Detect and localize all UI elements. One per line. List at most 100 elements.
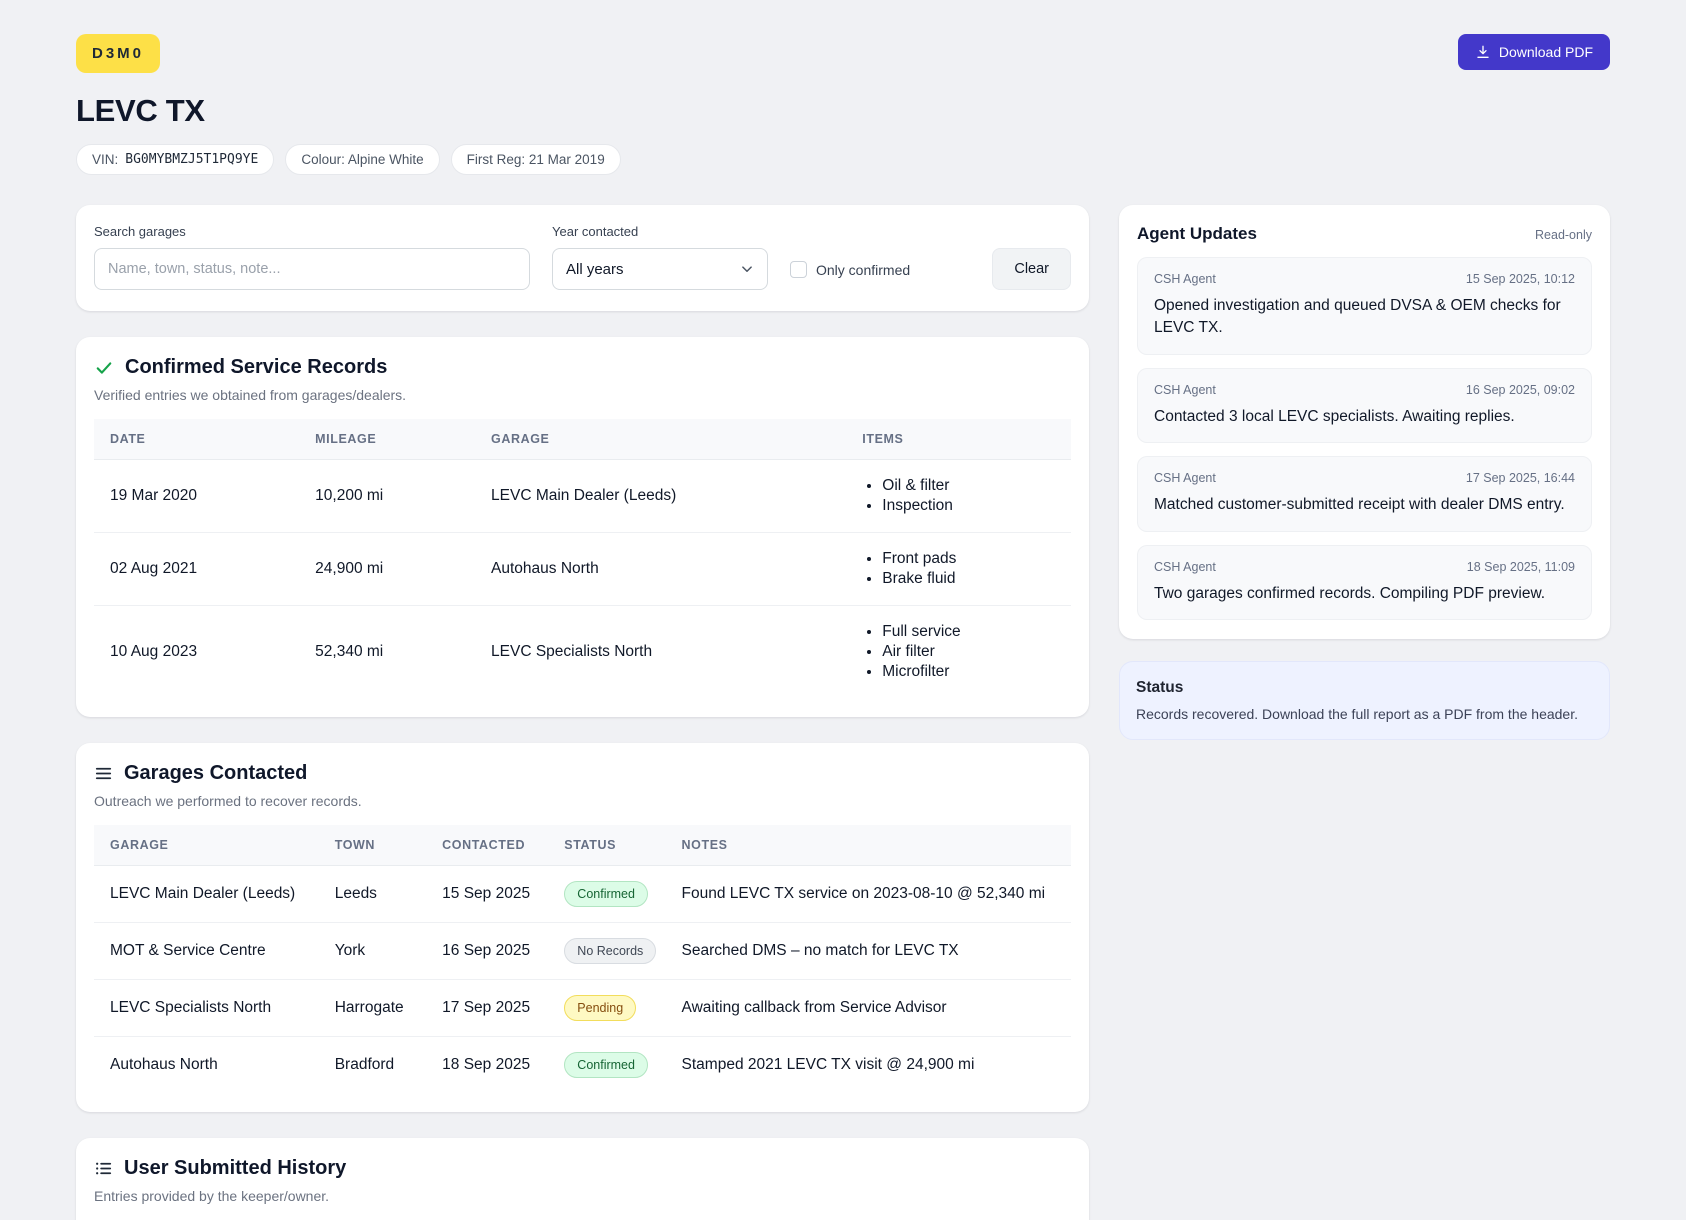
garage-notes: Awaiting callback from Service Advisor bbox=[666, 980, 1071, 1037]
year-field-group: Year contacted All years bbox=[552, 224, 768, 290]
status-panel: Status Records recovered. Download the f… bbox=[1119, 661, 1610, 740]
menu-icon bbox=[94, 764, 113, 783]
list-icon bbox=[94, 1159, 113, 1178]
search-garages-label: Search garages bbox=[94, 224, 530, 239]
vehicle-pills: VIN: BG0MYBMZJ5T1PQ9YE Colour: Alpine Wh… bbox=[76, 144, 1610, 175]
col-garage: Garage bbox=[475, 419, 846, 460]
download-pdf-label: Download PDF bbox=[1499, 44, 1593, 60]
garage-notes: Stamped 2021 LEVC TX visit @ 24,900 mi bbox=[666, 1037, 1071, 1094]
record-items: Full service Air filter Microfilter bbox=[846, 606, 1071, 699]
first-reg-pill: First Reg: 21 Mar 2019 bbox=[451, 144, 621, 175]
update-timestamp: 17 Sep 2025, 16:44 bbox=[1466, 471, 1575, 485]
garage-name: Autohaus North bbox=[94, 1037, 319, 1094]
item: Air filter bbox=[882, 643, 1055, 661]
clear-button[interactable]: Clear bbox=[992, 248, 1071, 290]
garage-status-cell: Pending bbox=[548, 980, 665, 1037]
garage-contacted: 17 Sep 2025 bbox=[426, 980, 548, 1037]
confirmed-records-title: Confirmed Service Records bbox=[125, 356, 387, 379]
table-header-row: Garage Town Contacted Status Notes bbox=[94, 825, 1071, 866]
record-date: 02 Aug 2021 bbox=[94, 533, 299, 606]
garage-notes: Searched DMS – no match for LEVC TX bbox=[666, 923, 1071, 980]
record-garage: LEVC Main Dealer (Leeds) bbox=[475, 460, 846, 533]
agent-name: CSH Agent bbox=[1154, 383, 1216, 397]
download-icon bbox=[1475, 44, 1491, 60]
table-header-row: Date Mileage Garage Items bbox=[94, 419, 1071, 460]
demo-badge: D3M0 bbox=[76, 34, 160, 73]
year-select-value: All years bbox=[566, 261, 624, 278]
garages-contacted-subtitle: Outreach we performed to recover records… bbox=[94, 793, 1071, 809]
item: Full service bbox=[882, 623, 1055, 641]
update-text: Two garages confirmed records. Compiling… bbox=[1154, 583, 1575, 605]
col-contacted: Contacted bbox=[426, 825, 548, 866]
table-row: LEVC Main Dealer (Leeds) Leeds 15 Sep 20… bbox=[94, 866, 1071, 923]
confirmed-records-table: Date Mileage Garage Items 19 Mar 2020 10… bbox=[94, 419, 1071, 698]
only-confirmed-toggle[interactable]: Only confirmed bbox=[790, 261, 910, 290]
agent-update-item: CSH Agent 15 Sep 2025, 10:12 Opened inve… bbox=[1137, 257, 1592, 355]
col-status: Status bbox=[548, 825, 665, 866]
vin-value: BG0MYBMZJ5T1PQ9YE bbox=[125, 152, 258, 167]
filters-card: Search garages Year contacted All years … bbox=[76, 205, 1089, 311]
record-mileage: 10,200 mi bbox=[299, 460, 475, 533]
only-confirmed-label: Only confirmed bbox=[816, 262, 910, 278]
top-bar: D3M0 Download PDF bbox=[76, 34, 1610, 73]
garages-contacted-card: Garages Contacted Outreach we performed … bbox=[76, 743, 1089, 1112]
search-input[interactable] bbox=[94, 248, 530, 290]
page: D3M0 Download PDF LEVC TX VIN: BG0MYBMZJ… bbox=[0, 0, 1686, 1220]
status-badge: Pending bbox=[564, 995, 636, 1021]
item: Microfilter bbox=[882, 663, 1055, 681]
update-timestamp: 16 Sep 2025, 09:02 bbox=[1466, 383, 1575, 397]
status-title: Status bbox=[1136, 679, 1593, 697]
garage-status-cell: Confirmed bbox=[548, 866, 665, 923]
status-badge: Confirmed bbox=[564, 1052, 648, 1078]
year-select[interactable]: All years bbox=[552, 248, 768, 290]
year-contacted-label: Year contacted bbox=[552, 224, 768, 239]
record-items: Front pads Brake fluid bbox=[846, 533, 1071, 606]
agent-updates-title: Agent Updates bbox=[1137, 224, 1257, 244]
vin-pill: VIN: BG0MYBMZJ5T1PQ9YE bbox=[76, 144, 274, 175]
garage-contacted: 16 Sep 2025 bbox=[426, 923, 548, 980]
table-row: MOT & Service Centre York 16 Sep 2025 No… bbox=[94, 923, 1071, 980]
table-row: LEVC Specialists North Harrogate 17 Sep … bbox=[94, 980, 1071, 1037]
col-town: Town bbox=[319, 825, 426, 866]
confirmed-records-subtitle: Verified entries we obtained from garage… bbox=[94, 387, 1071, 403]
record-mileage: 52,340 mi bbox=[299, 606, 475, 699]
col-notes: Notes bbox=[666, 825, 1071, 866]
update-timestamp: 18 Sep 2025, 11:09 bbox=[1467, 560, 1575, 574]
garage-name: MOT & Service Centre bbox=[94, 923, 319, 980]
readonly-label: Read-only bbox=[1535, 228, 1592, 242]
record-date: 19 Mar 2020 bbox=[94, 460, 299, 533]
col-mileage: Mileage bbox=[299, 419, 475, 460]
sidebar: Agent Updates Read-only CSH Agent 15 Sep… bbox=[1119, 205, 1610, 740]
garage-name: LEVC Specialists North bbox=[94, 980, 319, 1037]
item: Brake fluid bbox=[882, 570, 1055, 588]
agent-update-item: CSH Agent 18 Sep 2025, 11:09 Two garages… bbox=[1137, 545, 1592, 620]
col-items: Items bbox=[846, 419, 1071, 460]
item: Front pads bbox=[882, 550, 1055, 568]
record-mileage: 24,900 mi bbox=[299, 533, 475, 606]
agent-name: CSH Agent bbox=[1154, 272, 1216, 286]
user-history-subtitle: Entries provided by the keeper/owner. bbox=[94, 1188, 1071, 1204]
record-garage: LEVC Specialists North bbox=[475, 606, 846, 699]
status-badge: Confirmed bbox=[564, 881, 648, 907]
check-icon bbox=[94, 358, 114, 378]
chevron-down-icon bbox=[738, 260, 756, 278]
garage-status-cell: Confirmed bbox=[548, 1037, 665, 1094]
confirmed-records-card: Confirmed Service Records Verified entri… bbox=[76, 337, 1089, 717]
garages-contacted-table: Garage Town Contacted Status Notes LEVC … bbox=[94, 825, 1071, 1093]
download-pdf-button[interactable]: Download PDF bbox=[1458, 34, 1610, 70]
item: Oil & filter bbox=[882, 477, 1055, 495]
user-history-title: User Submitted History bbox=[124, 1157, 346, 1180]
garage-town: Harrogate bbox=[319, 980, 426, 1037]
col-garage: Garage bbox=[94, 825, 319, 866]
table-row: 19 Mar 2020 10,200 mi LEVC Main Dealer (… bbox=[94, 460, 1071, 533]
table-row: Autohaus North Bradford 18 Sep 2025 Conf… bbox=[94, 1037, 1071, 1094]
only-confirmed-checkbox[interactable] bbox=[790, 261, 807, 278]
page-title: LEVC TX bbox=[76, 93, 1610, 129]
agent-name: CSH Agent bbox=[1154, 471, 1216, 485]
agent-update-item: CSH Agent 16 Sep 2025, 09:02 Contacted 3… bbox=[1137, 368, 1592, 443]
agent-update-item: CSH Agent 17 Sep 2025, 16:44 Matched cus… bbox=[1137, 456, 1592, 531]
colour-pill: Colour: Alpine White bbox=[285, 144, 439, 175]
update-text: Contacted 3 local LEVC specialists. Awai… bbox=[1154, 406, 1575, 428]
garage-contacted: 15 Sep 2025 bbox=[426, 866, 548, 923]
garage-town: Bradford bbox=[319, 1037, 426, 1094]
